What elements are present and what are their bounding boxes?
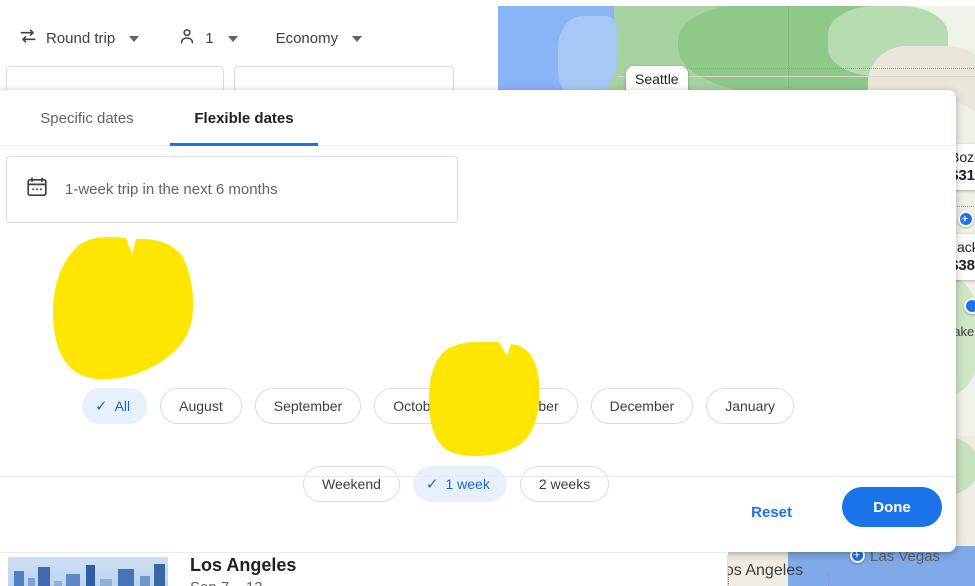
month-chip-row: ✓ All August September October November Decemb… xyxy=(82,388,795,424)
reset-button[interactable]: Reset xyxy=(741,496,802,529)
destination-result-card[interactable]: Los Angeles Sep 7 – 13 xyxy=(0,552,728,586)
date-mode-tabs: Specific dates Flexible dates xyxy=(0,90,956,146)
destination-dates: Sep 7 – 13 xyxy=(190,579,263,586)
map-state-border xyxy=(678,68,975,69)
check-icon: ✓ xyxy=(95,397,108,415)
month-chip-label: January xyxy=(725,398,776,414)
map-label-los-angeles: Los Angeles xyxy=(716,562,804,579)
calendar-icon xyxy=(25,175,49,204)
chevron-down-icon xyxy=(227,35,238,42)
search-options-row: Round trip 1 Economy xyxy=(10,20,370,57)
tab-active-indicator xyxy=(170,143,318,146)
passenger-count-label: 1 xyxy=(205,30,214,47)
app-root: Seattle $178 Bozeman $310 ✈ Jackson $385… xyxy=(0,0,975,586)
month-chip-all[interactable]: ✓ All xyxy=(82,388,148,424)
map-pill-city: Seattle xyxy=(635,71,679,87)
map-water-body xyxy=(558,16,618,96)
chevron-down-icon xyxy=(352,35,363,42)
month-chip-label: September xyxy=(273,398,343,414)
panel-footer: Reset Done xyxy=(0,476,956,552)
month-chip-label: August xyxy=(179,398,223,414)
plane-icon: ✈ xyxy=(961,214,969,224)
search-toolbar: Round trip 1 Economy xyxy=(0,0,498,122)
map-state-border xyxy=(788,6,789,102)
month-chip-label: October xyxy=(393,398,444,414)
map-marker-icon[interactable] xyxy=(964,298,975,314)
destination-name: Los Angeles xyxy=(190,555,297,575)
month-chip-august[interactable]: August xyxy=(160,388,242,424)
month-chip-january[interactable]: January xyxy=(706,388,795,424)
month-chip-october[interactable]: October xyxy=(374,388,463,424)
trip-summary-field[interactable]: 1-week trip in the next 6 months xyxy=(6,156,458,223)
tab-flexible-dates[interactable]: Flexible dates xyxy=(170,90,318,146)
month-chip-label: All xyxy=(114,398,131,414)
trip-type-label: Round trip xyxy=(46,30,116,47)
month-chip-december[interactable]: December xyxy=(590,388,694,424)
month-chip-label: November xyxy=(494,398,559,414)
person-icon xyxy=(177,26,197,51)
passenger-selector[interactable]: 1 xyxy=(169,20,245,57)
cabin-class-label: Economy xyxy=(275,30,339,47)
trip-summary-text: 1-week trip in the next 6 months xyxy=(65,181,278,198)
map-state-border xyxy=(728,566,729,586)
chevron-down-icon xyxy=(129,35,140,42)
tab-flexible-dates-label: Flexible dates xyxy=(194,109,294,127)
trip-type-selector[interactable]: Round trip xyxy=(10,20,147,57)
tab-specific-dates[interactable]: Specific dates xyxy=(28,90,146,146)
swap-arrows-icon xyxy=(18,26,38,51)
month-chip-november[interactable]: November xyxy=(475,388,578,424)
tab-specific-dates-label: Specific dates xyxy=(40,109,134,127)
month-chip-september[interactable]: September xyxy=(254,388,362,424)
cabin-class-selector[interactable]: Economy xyxy=(268,24,371,53)
done-button[interactable]: Done xyxy=(842,487,942,527)
map-state-border xyxy=(828,572,829,586)
flexible-dates-panel: Specific dates Flexible dates 1-week tri… xyxy=(0,90,956,552)
card-divider xyxy=(727,555,728,586)
destination-thumbnail xyxy=(8,557,168,586)
month-chip-label: December xyxy=(609,398,675,414)
